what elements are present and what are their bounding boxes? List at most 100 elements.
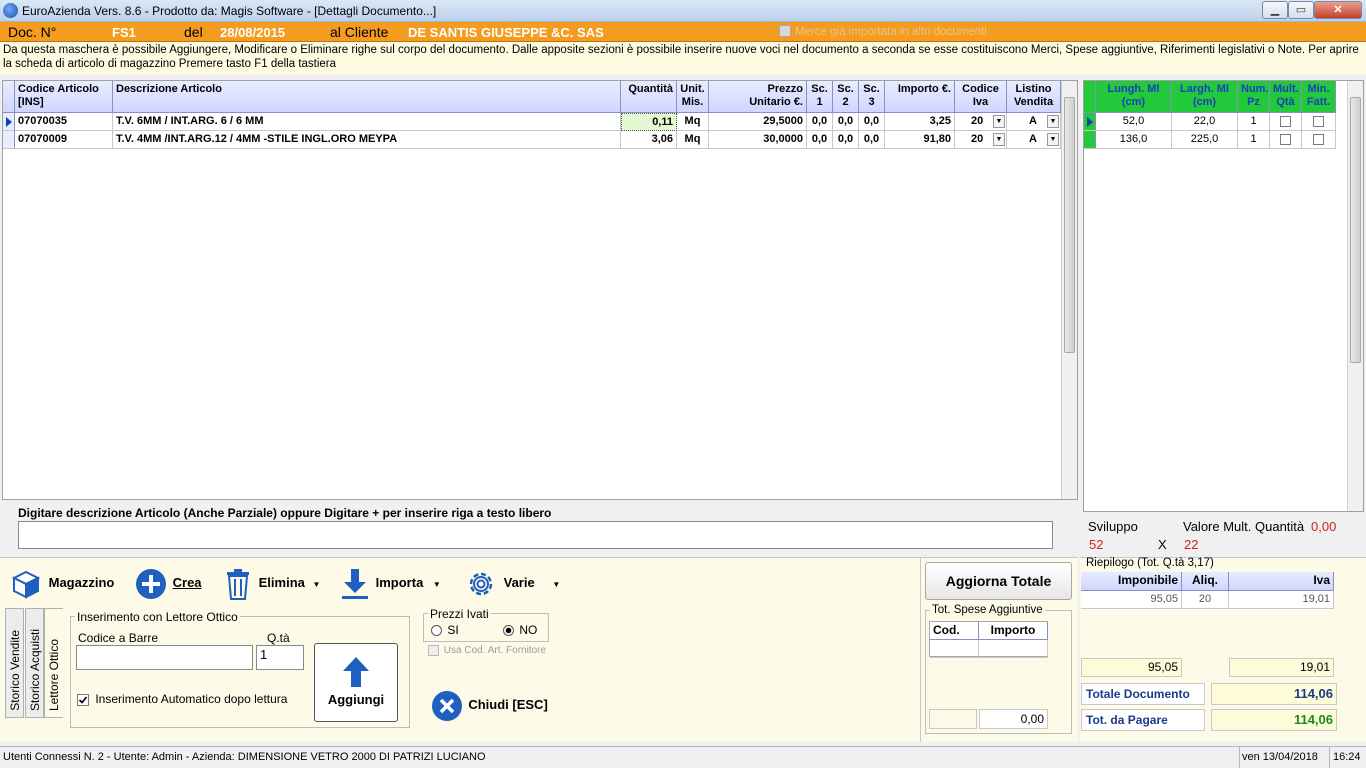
- cell-min-fatt[interactable]: [1302, 131, 1336, 149]
- qta-input[interactable]: 1: [256, 645, 304, 670]
- usa-cod-option[interactable]: Usa Cod. Art. Fornitore: [428, 645, 546, 656]
- col-mult-qta[interactable]: Mult. Qtà: [1270, 81, 1302, 113]
- cell-descrizione[interactable]: T.V. 6MM / INT.ARG. 6 / 6 MM: [113, 113, 621, 131]
- cell-larghezza[interactable]: 225,0: [1172, 131, 1238, 149]
- dims-scrollbar[interactable]: [1347, 81, 1363, 511]
- crea-button[interactable]: Crea: [135, 566, 202, 600]
- tab-lettore-ottico[interactable]: Lettore Ottico: [44, 608, 63, 718]
- cell-sc1[interactable]: 0,0: [807, 131, 833, 149]
- cell-min-fatt[interactable]: [1302, 113, 1336, 131]
- cell-num-pezzi[interactable]: 1: [1238, 131, 1270, 149]
- col-listino[interactable]: Listino Vendita: [1007, 81, 1061, 113]
- dims-row-selector[interactable]: [1084, 113, 1096, 131]
- minimize-button[interactable]: ▁: [1262, 1, 1288, 19]
- spese-col-cod[interactable]: Cod.: [930, 622, 979, 640]
- importa-button[interactable]: Importa ▼: [340, 566, 441, 600]
- col-prezzo[interactable]: Prezzo Unitario €.: [709, 81, 807, 113]
- cell-sc2[interactable]: 0,0: [833, 113, 859, 131]
- cell-lunghezza[interactable]: 52,0: [1096, 113, 1172, 131]
- merce-importata-checkbox[interactable]: [779, 25, 791, 37]
- cell-sc3[interactable]: 0,0: [859, 113, 885, 131]
- prezzi-no-option[interactable]: NO: [503, 623, 537, 637]
- importa-caret-icon[interactable]: ▼: [433, 580, 441, 589]
- cell-codice[interactable]: 07070009: [15, 131, 113, 149]
- row-selector[interactable]: [3, 131, 15, 149]
- usa-cod-label: Usa Cod. Art. Fornitore: [443, 645, 547, 657]
- col-sc1[interactable]: Sc. 1: [807, 81, 833, 113]
- elimina-caret-icon[interactable]: ▼: [313, 580, 321, 589]
- grid-scrollbar[interactable]: [1061, 81, 1077, 499]
- cell-codice-iva[interactable]: 20 ▼: [955, 131, 1007, 149]
- prezzi-si-label: SI: [447, 623, 459, 637]
- auto-insert-checkbox[interactable]: [77, 693, 89, 706]
- cell-mult-qta[interactable]: [1270, 113, 1302, 131]
- cell-lunghezza[interactable]: 136,0: [1096, 131, 1172, 149]
- tab-storico-vendite[interactable]: Storico Vendite: [5, 608, 24, 718]
- dropdown-arrow-icon[interactable]: ▼: [993, 115, 1005, 128]
- col-num-pezzi[interactable]: Num. Pz: [1238, 81, 1270, 113]
- cell-listino[interactable]: A ▼: [1007, 131, 1061, 149]
- cell-descrizione[interactable]: T.V. 4MM /INT.ARG.12 / 4MM -STILE INGL.O…: [113, 131, 621, 149]
- cell-prezzo[interactable]: 30,0000: [709, 131, 807, 149]
- mult-qta-checkbox[interactable]: [1280, 115, 1291, 127]
- cell-larghezza[interactable]: 22,0: [1172, 113, 1238, 131]
- col-sc2[interactable]: Sc. 2: [833, 81, 859, 113]
- aggiungi-button[interactable]: Aggiungi: [314, 643, 398, 722]
- cell-codice[interactable]: 07070035: [15, 113, 113, 131]
- row-selector[interactable]: [3, 113, 15, 131]
- aggiorna-totale-button[interactable]: Aggiorna Totale: [925, 562, 1072, 600]
- col-quantita[interactable]: Quantità: [621, 81, 677, 113]
- dims-row-selector[interactable]: [1084, 131, 1096, 149]
- cell-sc3[interactable]: 0,0: [859, 131, 885, 149]
- min-fatt-checkbox[interactable]: [1313, 133, 1324, 145]
- tab-storico-acquisti[interactable]: Storico Acquisti: [25, 608, 44, 718]
- scrollbar-thumb[interactable]: [1064, 97, 1075, 353]
- radio-no-icon[interactable]: [503, 625, 514, 637]
- spese-col-importo[interactable]: Importo: [979, 622, 1048, 640]
- dropdown-arrow-icon[interactable]: ▼: [993, 133, 1005, 146]
- scrollbar-thumb[interactable]: [1350, 97, 1361, 363]
- cell-prezzo[interactable]: 29,5000: [709, 113, 807, 131]
- col-min-fatt[interactable]: Min. Fatt.: [1302, 81, 1336, 113]
- mult-qta-checkbox[interactable]: [1280, 133, 1291, 145]
- varie-caret-icon[interactable]: ▼: [552, 580, 560, 589]
- sviluppo-b: 22: [1184, 537, 1199, 552]
- search-label: Digitare descrizione Articolo (Anche Par…: [18, 506, 552, 520]
- col-lunghezza[interactable]: Lungh. Ml (cm): [1096, 81, 1172, 113]
- close-window-button[interactable]: ✕: [1314, 1, 1362, 19]
- cell-mult-qta[interactable]: [1270, 131, 1302, 149]
- tot-da-pagare-label: Tot. da Pagare: [1081, 709, 1205, 731]
- col-codice-iva[interactable]: Codice Iva: [955, 81, 1007, 113]
- prezzi-si-option[interactable]: SI: [431, 623, 459, 637]
- spese-cell[interactable]: [930, 640, 979, 658]
- elimina-button[interactable]: Elimina ▼: [224, 566, 320, 600]
- col-descrizione[interactable]: Descrizione Articolo: [113, 81, 621, 113]
- magazzino-button[interactable]: Magazzino: [10, 566, 114, 600]
- cell-quantita[interactable]: 3,06: [621, 131, 677, 149]
- dropdown-arrow-icon[interactable]: ▼: [1047, 133, 1059, 146]
- radio-si-icon[interactable]: [431, 625, 442, 637]
- codice-barre-input[interactable]: [76, 645, 253, 670]
- usa-cod-checkbox[interactable]: [428, 645, 439, 656]
- dropdown-arrow-icon[interactable]: ▼: [1047, 115, 1059, 128]
- chiudi-button[interactable]: Chiudi [ESC]: [431, 690, 548, 722]
- min-fatt-checkbox[interactable]: [1313, 115, 1324, 127]
- cell-sc2[interactable]: 0,0: [833, 131, 859, 149]
- col-larghezza[interactable]: Largh. Ml (cm): [1172, 81, 1238, 113]
- cell-listino[interactable]: A ▼: [1007, 113, 1061, 131]
- cell-quantita-active[interactable]: 0,11: [621, 113, 677, 131]
- col-importo[interactable]: Importo €.: [885, 81, 955, 113]
- cell-codice-iva[interactable]: 20 ▼: [955, 113, 1007, 131]
- col-unit[interactable]: Unit. Mis.: [677, 81, 709, 113]
- col-sc3[interactable]: Sc. 3: [859, 81, 885, 113]
- col-codice[interactable]: Codice Articolo [INS]: [15, 81, 113, 113]
- varie-button[interactable]: Varie ▼: [465, 566, 560, 600]
- maximize-button[interactable]: ▭: [1288, 1, 1314, 19]
- cell-unit[interactable]: Mq: [677, 131, 709, 149]
- auto-insert-option[interactable]: Inserimento Automatico dopo lettura: [77, 692, 287, 706]
- spese-cell[interactable]: [979, 640, 1048, 658]
- search-input[interactable]: [18, 521, 1053, 549]
- cell-unit[interactable]: Mq: [677, 113, 709, 131]
- cell-num-pezzi[interactable]: 1: [1238, 113, 1270, 131]
- cell-sc1[interactable]: 0,0: [807, 113, 833, 131]
